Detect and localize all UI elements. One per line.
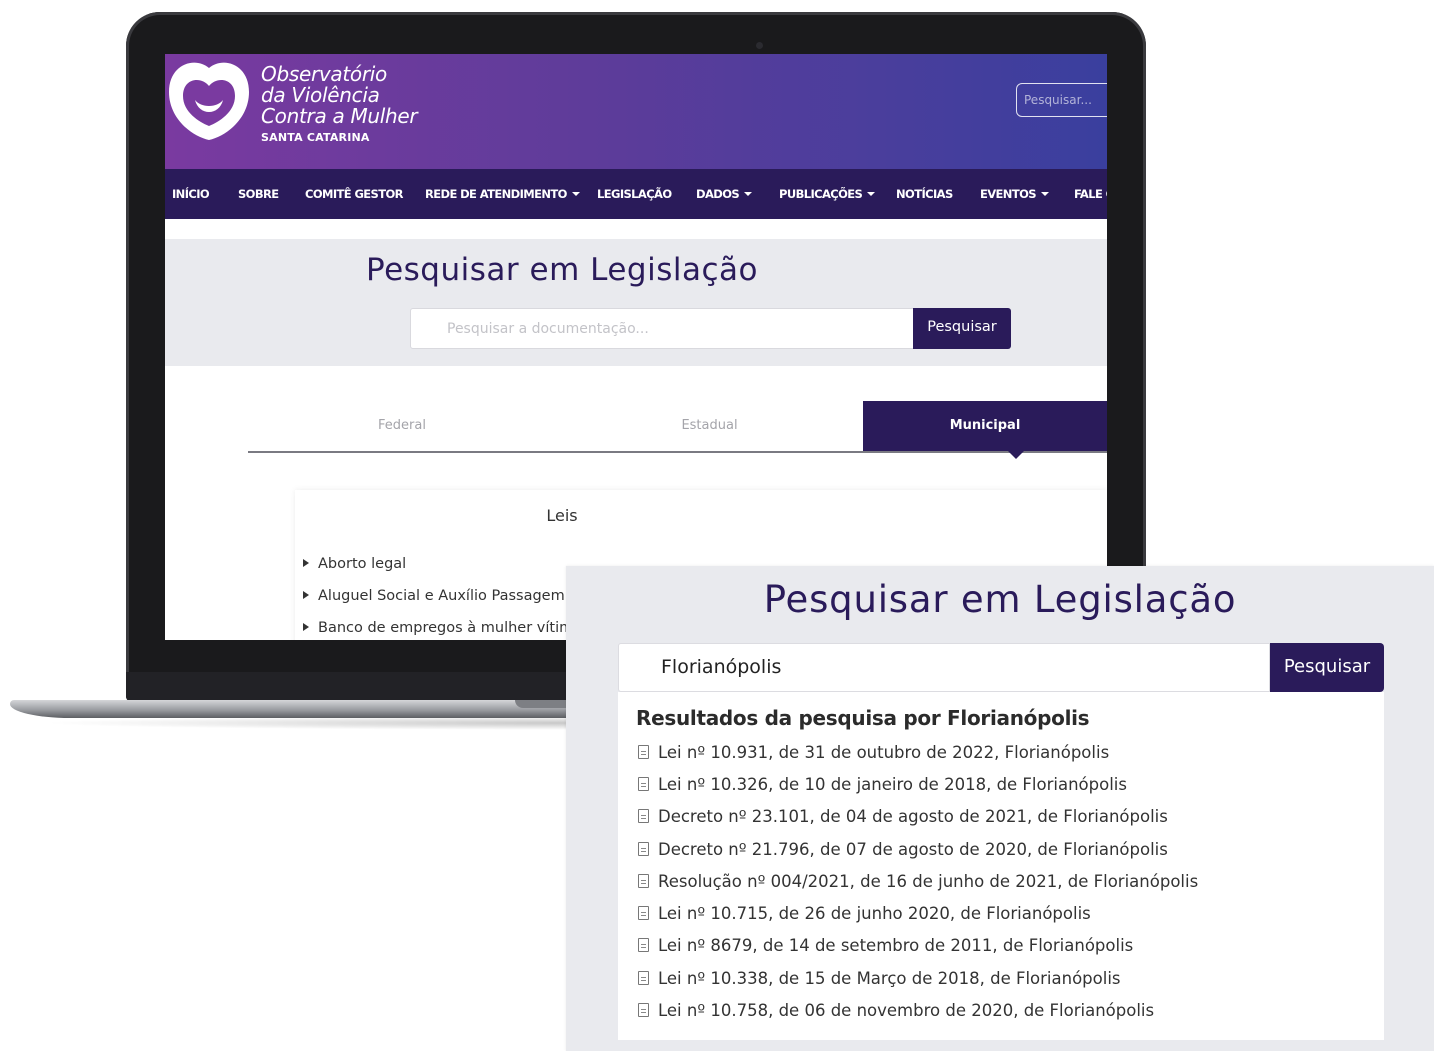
result-link[interactable]: Lei nº 10.326, de 10 de janeiro de 2018,… <box>658 775 1127 794</box>
tab-municipal[interactable]: Municipal <box>863 401 1107 451</box>
results-heading: Resultados da pesquisa por Florianópolis <box>636 706 1090 730</box>
active-tab-pointer <box>1008 451 1024 459</box>
result-item[interactable]: Decreto nº 23.101, de 04 de agosto de 20… <box>638 807 1168 829</box>
nav-item-dados[interactable]: DADOS <box>696 187 753 201</box>
triangle-right-icon <box>303 591 309 599</box>
page-title: Pesquisar em Legislação <box>366 252 758 288</box>
logo-text[interactable]: Observatório da Violência Contra a Mulhe… <box>261 62 418 145</box>
search-results-card: Pesquisar em Legislação Florianópolis Pe… <box>566 566 1434 1051</box>
result-item[interactable]: Lei nº 10.758, de 06 de novembro de 2020… <box>638 1001 1154 1023</box>
laptop-camera <box>756 42 763 49</box>
document-icon <box>638 938 649 952</box>
logo-subtitle: SANTA CATARINA <box>261 131 370 144</box>
document-icon <box>638 842 649 856</box>
document-icon <box>638 874 649 888</box>
document-icon <box>638 809 649 823</box>
logo-icon[interactable] <box>165 60 253 144</box>
nav-item-eventos[interactable]: EVENTOS <box>980 187 1049 201</box>
result-item[interactable]: Lei nº 10.338, de 15 de Março de 2018, d… <box>638 969 1121 991</box>
nav-item-comite-gestor[interactable]: COMITÊ GESTOR <box>305 187 404 201</box>
caret-down-icon <box>744 192 753 196</box>
caret-down-icon <box>1040 192 1049 196</box>
document-icon <box>638 971 649 985</box>
nav-item-label: SOBRE <box>238 187 279 201</box>
result-item[interactable]: Decreto nº 21.796, de 07 de agosto de 20… <box>638 840 1168 862</box>
nav-item-noticias[interactable]: NOTÍCIAS <box>896 187 953 201</box>
result-item[interactable]: Resolução nº 004/2021, de 16 de junho de… <box>638 872 1198 894</box>
result-link[interactable]: Decreto nº 21.796, de 07 de agosto de 20… <box>658 840 1168 859</box>
jurisdiction-tabs: Federal Estadual Municipal <box>248 401 1107 453</box>
result-link[interactable]: Lei nº 8679, de 14 de setembro de 2011, … <box>658 936 1133 955</box>
result-link[interactable]: Resolução nº 004/2021, de 16 de junho de… <box>658 872 1198 891</box>
result-link[interactable]: Lei nº 10.338, de 15 de Março de 2018, d… <box>658 969 1121 988</box>
result-link[interactable]: Decreto nº 23.101, de 04 de agosto de 20… <box>658 807 1168 826</box>
result-item[interactable]: Lei nº 10.326, de 10 de janeiro de 2018,… <box>638 775 1127 797</box>
law-topic-item[interactable]: Banco de empregos à mulher vítima <box>303 620 582 636</box>
nav-item-label: INÍCIO <box>172 187 210 201</box>
site-header: Observatório da Violência Contra a Mulhe… <box>165 54 1107 169</box>
result-link[interactable]: Lei nº 10.931, de 31 de outubro de 2022,… <box>658 743 1109 762</box>
result-item[interactable]: Lei nº 10.715, de 26 de junho 2020, de F… <box>638 904 1091 926</box>
header-search-input[interactable]: Pesquisar... <box>1016 83 1107 117</box>
results-list: Resultados da pesquisa por Florianópolis… <box>618 692 1384 1040</box>
law-topic-item[interactable]: Aborto legal <box>303 556 406 572</box>
document-icon <box>638 777 649 791</box>
results-search-input[interactable]: Florianópolis <box>618 643 1270 692</box>
laptop-screen: Observatório da Violência Contra a Mulhe… <box>165 54 1107 640</box>
laws-panel-title: Leis <box>546 506 578 525</box>
law-topic-label: Aborto legal <box>318 556 407 572</box>
law-topic-item[interactable]: Aluguel Social e Auxílio Passagem <box>303 588 565 604</box>
tab-federal[interactable]: Federal <box>248 401 556 451</box>
nav-item-rede-de-atendimento[interactable]: REDE DE ATENDIMENTO <box>425 187 580 201</box>
document-icon <box>638 906 649 920</box>
search-input[interactable]: Pesquisar a documentação... <box>410 308 914 349</box>
nav-item-label: NOTÍCIAS <box>896 187 953 201</box>
law-topic-label: Aluguel Social e Auxílio Passagem <box>318 588 565 604</box>
nav-item-inicio[interactable]: INÍCIO <box>172 187 210 201</box>
result-link[interactable]: Lei nº 10.758, de 06 de novembro de 2020… <box>658 1001 1154 1020</box>
document-icon <box>638 1003 649 1017</box>
law-topic-label: Banco de empregos à mulher vítima <box>318 620 583 636</box>
document-icon <box>638 745 649 759</box>
nav-item-label: FALE C <box>1074 187 1107 201</box>
result-item[interactable]: Lei nº 8679, de 14 de setembro de 2011, … <box>638 936 1133 958</box>
logo-line-2: da Violência <box>261 83 380 107</box>
nav-item-label: DADOS <box>696 187 740 201</box>
search-button[interactable]: Pesquisar <box>913 308 1011 349</box>
result-item[interactable]: Lei nº 10.931, de 31 de outubro de 2022,… <box>638 743 1109 765</box>
nav-item-publicacoes[interactable]: PUBLICAÇÕES <box>779 187 876 201</box>
caret-down-icon <box>571 192 580 196</box>
nav-item-fale-conosco[interactable]: FALE C <box>1074 187 1107 201</box>
tab-estadual[interactable]: Estadual <box>556 401 863 451</box>
nav-item-sobre[interactable]: SOBRE <box>238 187 279 201</box>
nav-item-label: REDE DE ATENDIMENTO <box>425 187 567 201</box>
nav-item-label: PUBLICAÇÕES <box>779 187 863 201</box>
triangle-right-icon <box>303 623 309 631</box>
nav-item-legislacao[interactable]: LEGISLAÇÃO <box>597 187 672 201</box>
logo-line-3: Contra a Mulher <box>261 104 418 128</box>
logo-line-1: Observatório <box>261 62 387 86</box>
results-page-title: Pesquisar em Legislação <box>763 578 1237 621</box>
results-search-button[interactable]: Pesquisar <box>1270 643 1384 692</box>
main-nav: INÍCIO SOBRE COMITÊ GESTOR REDE DE ATEND… <box>165 169 1107 219</box>
triangle-right-icon <box>303 559 309 567</box>
nav-item-label: LEGISLAÇÃO <box>597 187 672 201</box>
caret-down-icon <box>867 192 876 196</box>
result-link[interactable]: Lei nº 10.715, de 26 de junho 2020, de F… <box>658 904 1091 923</box>
nav-item-label: COMITÊ GESTOR <box>305 187 404 201</box>
nav-item-label: EVENTOS <box>980 187 1037 201</box>
